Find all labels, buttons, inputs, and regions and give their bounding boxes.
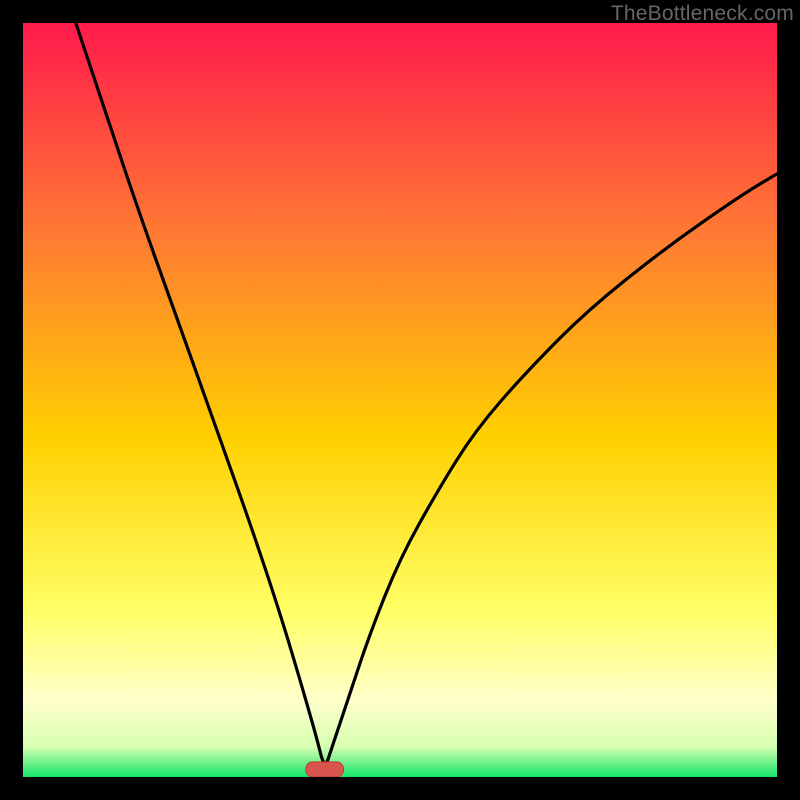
optimum-marker bbox=[306, 762, 344, 777]
watermark-text: TheBottleneck.com bbox=[611, 2, 794, 26]
chart-svg bbox=[23, 23, 777, 777]
gradient-background bbox=[23, 23, 777, 777]
chart-frame bbox=[23, 23, 777, 777]
